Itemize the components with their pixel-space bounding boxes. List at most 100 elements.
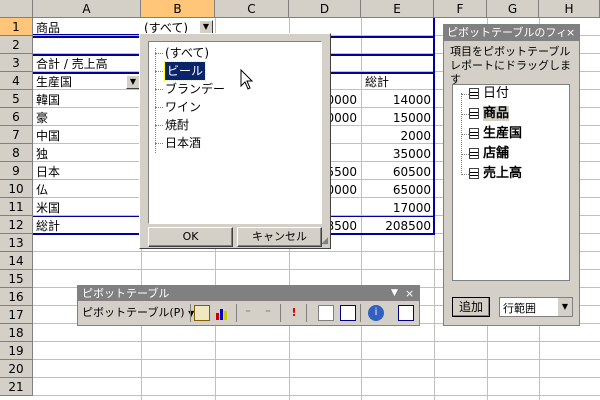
row-label-cell[interactable]: 日本 bbox=[36, 163, 60, 181]
row-header-7[interactable]: 7 bbox=[0, 126, 33, 144]
item-list[interactable]: (すべて) ビール ブランデー ワイン 焼酎 日本酒 bbox=[148, 41, 322, 224]
row-header-21[interactable]: 21 bbox=[0, 378, 33, 396]
col-header-h[interactable]: H bbox=[539, 0, 600, 18]
dropdown-item[interactable]: ワイン bbox=[165, 98, 201, 116]
tree-line bbox=[155, 89, 163, 90]
row-header-10[interactable]: 10 bbox=[0, 180, 33, 198]
dropdown-item[interactable]: ビール bbox=[163, 61, 207, 81]
row-header-5[interactable]: 5 bbox=[0, 90, 33, 108]
row-header-2[interactable]: 2 bbox=[0, 36, 33, 54]
total-value-cell[interactable]: 14000 bbox=[361, 91, 431, 109]
field-item[interactable]: 日付 bbox=[469, 85, 509, 103]
row-header-11[interactable]: 11 bbox=[0, 198, 33, 216]
row-header-9[interactable]: 9 bbox=[0, 162, 33, 180]
total-value-cell[interactable]: 17000 bbox=[361, 199, 431, 217]
pivot-table-menu-button[interactable]: ピボットテーブル(P) ▼ bbox=[82, 305, 194, 321]
page-field-dropdown-popup[interactable]: (すべて) ビール ブランデー ワイン 焼酎 日本酒 OK キャンセル ◢ bbox=[139, 33, 331, 249]
field-label: 売上高 bbox=[483, 166, 523, 181]
close-icon[interactable]: × bbox=[405, 286, 414, 301]
row-header-14[interactable]: 14 bbox=[0, 252, 33, 270]
format-report-icon[interactable] bbox=[194, 305, 210, 321]
col-header-b[interactable]: B bbox=[141, 0, 215, 18]
field-item[interactable]: 店舗 bbox=[469, 145, 509, 163]
close-icon[interactable]: × bbox=[566, 25, 575, 41]
always-display-icon[interactable] bbox=[340, 305, 356, 321]
area-select[interactable]: 行範囲 ▼ bbox=[499, 297, 573, 317]
row-field-dropdown-button[interactable]: ▼ bbox=[126, 75, 140, 89]
row-header-8[interactable]: 8 bbox=[0, 144, 33, 162]
row-label-cell[interactable]: 独 bbox=[36, 145, 48, 163]
col-header-d[interactable]: D bbox=[289, 0, 361, 18]
field-tree[interactable]: 日付商品生産国店舗売上高 bbox=[452, 84, 570, 281]
field-list-title-bar[interactable]: ピボットテーブルのフィ × bbox=[444, 25, 579, 41]
resize-grip-icon[interactable]: ◢ bbox=[321, 236, 328, 246]
field-item[interactable]: 商品 bbox=[469, 105, 510, 123]
chevron-down-icon[interactable]: ▼ bbox=[558, 298, 572, 316]
toolbar-options-arrow-icon[interactable]: ▼ bbox=[391, 286, 398, 301]
row-header-1[interactable]: 1 bbox=[0, 18, 33, 36]
data-field-label[interactable]: 合計 / 売上高 bbox=[36, 55, 108, 73]
field-label: 日付 bbox=[483, 86, 510, 101]
row-label-cell[interactable]: 仏 bbox=[36, 181, 48, 199]
chart-wizard-icon[interactable] bbox=[214, 305, 230, 321]
page-field-dropdown-button[interactable]: ▼ bbox=[199, 20, 213, 34]
row-header-19[interactable]: 19 bbox=[0, 342, 33, 360]
row-header-13[interactable]: 13 bbox=[0, 234, 33, 252]
dropdown-item[interactable]: ブランデー bbox=[165, 80, 225, 98]
row-label-cell[interactable]: 米国 bbox=[36, 199, 60, 217]
col-header-c[interactable]: C bbox=[215, 0, 289, 18]
total-value-cell[interactable]: 2000 bbox=[361, 127, 431, 145]
row-header-18[interactable]: 18 bbox=[0, 324, 33, 342]
row-label-cell[interactable]: 豪 bbox=[36, 109, 48, 127]
cancel-button[interactable]: キャンセル bbox=[237, 227, 322, 247]
tree-line bbox=[155, 107, 163, 108]
pivot-table-toolbar[interactable]: ピボットテーブル ▼ × ピボットテーブル(P) ▼ ⁼ ⁼ ! i bbox=[77, 285, 420, 326]
row-header-20[interactable]: 20 bbox=[0, 360, 33, 378]
total-value-cell[interactable]: 15000 bbox=[361, 109, 431, 127]
tree-line bbox=[155, 125, 163, 126]
toolbar-separator bbox=[360, 304, 361, 322]
row-field-header[interactable]: 生産国 bbox=[36, 73, 72, 91]
dropdown-item[interactable]: 日本酒 bbox=[165, 134, 201, 152]
page-field-label[interactable]: 商品 bbox=[36, 19, 60, 37]
dropdown-item[interactable]: (すべて) bbox=[165, 44, 209, 62]
col-header-e[interactable]: E bbox=[361, 0, 434, 18]
row-header-6[interactable]: 6 bbox=[0, 108, 33, 126]
total-value-cell[interactable]: 208500 bbox=[361, 217, 431, 235]
gridline bbox=[33, 377, 600, 378]
field-list-icon[interactable] bbox=[398, 305, 414, 321]
field-icon bbox=[469, 108, 479, 119]
ok-button[interactable]: OK bbox=[148, 227, 233, 247]
total-value-cell[interactable]: 35000 bbox=[361, 145, 431, 163]
add-button[interactable]: 追加 bbox=[452, 297, 490, 317]
field-item[interactable]: 生産国 bbox=[469, 125, 522, 143]
pivot-field-list-panel[interactable]: ピボットテーブルのフィ × 項目をピボットテーブル レポートにドラッグします 日… bbox=[443, 24, 580, 326]
total-value-cell[interactable]: 65000 bbox=[361, 181, 431, 199]
show-detail-icon[interactable]: ⁼ bbox=[260, 305, 276, 321]
row-header-15[interactable]: 15 bbox=[0, 270, 33, 288]
include-hidden-icon[interactable] bbox=[318, 305, 334, 321]
dropdown-item[interactable]: 焼酎 bbox=[165, 116, 189, 134]
row-label-cell[interactable]: 総計 bbox=[36, 217, 60, 235]
row-header-16[interactable]: 16 bbox=[0, 288, 33, 306]
tree-line bbox=[461, 154, 469, 155]
hide-detail-icon[interactable]: ⁼ bbox=[240, 305, 256, 321]
col-header-f[interactable]: F bbox=[434, 0, 487, 18]
toolbar-separator bbox=[280, 304, 281, 322]
col-header-a[interactable]: A bbox=[33, 0, 141, 18]
row-header-12[interactable]: 12 bbox=[0, 216, 33, 234]
total-value-cell[interactable]: 60500 bbox=[361, 163, 431, 181]
row-label-cell[interactable]: 韓国 bbox=[36, 91, 60, 109]
row-header-3[interactable]: 3 bbox=[0, 54, 33, 72]
col-header-g[interactable]: G bbox=[487, 0, 539, 18]
total-column-header[interactable]: 総計 bbox=[365, 73, 389, 91]
row-header-17[interactable]: 17 bbox=[0, 306, 33, 324]
select-all-corner[interactable] bbox=[0, 0, 33, 18]
toolbar-title-bar[interactable]: ピボットテーブル ▼ × bbox=[78, 286, 419, 301]
field-settings-icon[interactable]: i bbox=[368, 305, 384, 321]
mouse-pointer-icon bbox=[240, 69, 254, 90]
refresh-icon[interactable]: ! bbox=[286, 305, 302, 321]
field-item[interactable]: 売上高 bbox=[469, 165, 522, 183]
row-label-cell[interactable]: 中国 bbox=[36, 127, 60, 145]
row-header-4[interactable]: 4 bbox=[0, 72, 33, 90]
